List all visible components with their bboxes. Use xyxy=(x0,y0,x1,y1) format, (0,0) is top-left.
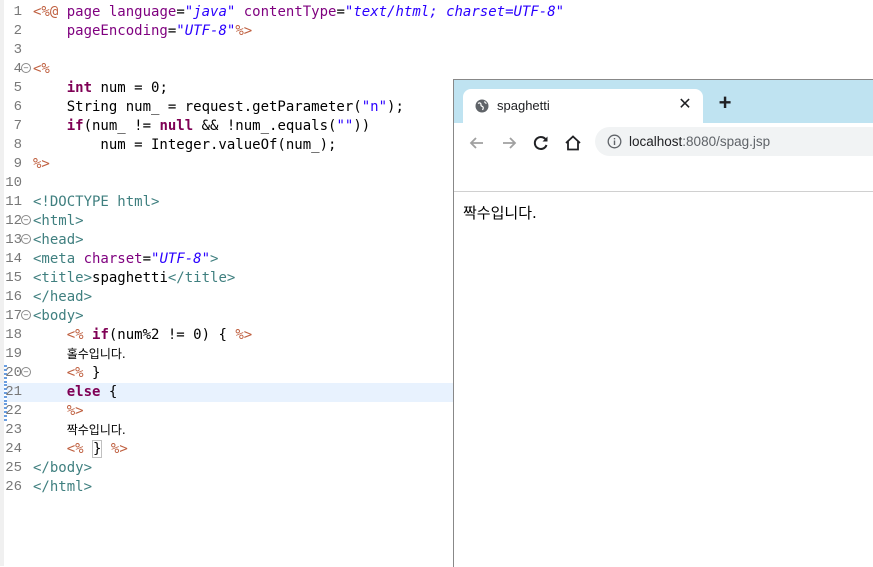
browser-window[interactable]: spaghetti ✕ + localhost:8080/spag.jsp 짝수… xyxy=(453,79,873,567)
line-number: 4 xyxy=(13,61,22,77)
line-number: 9 xyxy=(13,156,22,172)
line-number: 17 xyxy=(5,308,22,324)
code-text[interactable]: <%@ page language="java" contentType="te… xyxy=(33,3,564,22)
url-text[interactable]: localhost:8080/spag.jsp xyxy=(629,134,770,149)
line-number: 23 xyxy=(5,422,22,438)
line-number: 10 xyxy=(5,175,22,191)
code-text[interactable]: 홀수입니다. xyxy=(33,345,126,364)
line-number: 25 xyxy=(5,460,22,476)
code-text[interactable]: <% xyxy=(33,60,50,79)
home-icon[interactable] xyxy=(563,133,583,153)
code-text[interactable]: <title>spaghetti</title> xyxy=(33,269,235,288)
line-number: 22 xyxy=(5,403,22,419)
code-text[interactable]: pageEncoding="UTF-8"%> xyxy=(33,22,252,41)
code-text[interactable]: <head> xyxy=(33,231,84,250)
forward-icon[interactable] xyxy=(499,133,519,153)
line-number: 12 xyxy=(5,213,22,229)
code-text[interactable]: String num_ = request.getParameter("n"); xyxy=(33,98,404,117)
code-text[interactable]: <% } %> xyxy=(33,440,128,459)
code-text[interactable]: <meta charset="UTF-8"> xyxy=(33,250,218,269)
line-number: 18 xyxy=(5,327,22,343)
code-text[interactable]: if(num_ != null && !num_.equals("")) xyxy=(33,117,370,136)
line-number: 19 xyxy=(5,346,22,362)
code-text[interactable]: <body> xyxy=(33,307,84,326)
code-text[interactable]: num = Integer.valueOf(num_); xyxy=(33,136,336,155)
line-number: 8 xyxy=(13,137,22,153)
line-number: 6 xyxy=(13,99,22,115)
code-text[interactable]: 짝수입니다. xyxy=(33,421,126,440)
globe-icon xyxy=(475,99,489,113)
back-icon[interactable] xyxy=(467,133,487,153)
line-number: 3 xyxy=(13,42,22,58)
code-text[interactable]: int num = 0; xyxy=(33,79,168,98)
fold-collapse-icon[interactable]: − xyxy=(21,234,31,244)
code-text[interactable]: </head> xyxy=(33,288,92,307)
line-number: 14 xyxy=(5,251,22,267)
browser-tab[interactable]: spaghetti ✕ xyxy=(463,89,703,123)
code-text[interactable]: <% } xyxy=(33,364,101,383)
tab-strip: spaghetti ✕ + xyxy=(454,80,873,123)
code-text[interactable]: else { xyxy=(33,383,118,402)
line-number: 20 xyxy=(5,365,22,381)
line-number: 24 xyxy=(5,441,22,457)
line-number: 16 xyxy=(5,289,22,305)
matching-bracket: } xyxy=(92,440,103,458)
line-number: 21 xyxy=(5,384,22,400)
code-text[interactable]: %> xyxy=(33,155,50,174)
code-text[interactable]: <% if(num%2 != 0) { %> xyxy=(33,326,252,345)
line-number: 5 xyxy=(13,80,22,96)
page-text: 짝수입니다. xyxy=(463,204,537,222)
code-text[interactable]: </body> xyxy=(33,459,92,478)
fold-collapse-icon[interactable]: − xyxy=(21,310,31,320)
line-number: 11 xyxy=(5,194,22,210)
code-line[interactable]: 3 xyxy=(0,41,873,60)
close-icon[interactable]: ✕ xyxy=(677,95,693,115)
reload-icon[interactable] xyxy=(531,133,551,153)
line-number: 7 xyxy=(13,118,22,134)
info-icon[interactable] xyxy=(607,134,622,149)
code-text[interactable]: %> xyxy=(33,402,84,421)
line-number: 26 xyxy=(5,479,22,495)
code-text[interactable]: </html> xyxy=(33,478,92,497)
line-number: 1 xyxy=(13,4,22,20)
code-line[interactable]: 1 <%@ page language="java" contentType="… xyxy=(0,3,873,22)
tab-title: spaghetti xyxy=(497,98,550,113)
browser-toolbar: localhost:8080/spag.jsp xyxy=(454,123,873,164)
bookmarks-bar xyxy=(454,164,873,192)
line-number: 13 xyxy=(5,232,22,248)
fold-collapse-icon[interactable]: − xyxy=(21,63,31,73)
code-text[interactable]: <!DOCTYPE html> xyxy=(33,193,159,212)
fold-collapse-icon[interactable]: − xyxy=(21,367,31,377)
code-line[interactable]: 2 pageEncoding="UTF-8"%> xyxy=(0,22,873,41)
address-bar[interactable]: localhost:8080/spag.jsp xyxy=(595,127,873,156)
line-number: 2 xyxy=(13,23,22,39)
code-text[interactable]: <html> xyxy=(33,212,84,231)
fold-collapse-icon[interactable]: − xyxy=(21,215,31,225)
code-line[interactable]: 4 − <% xyxy=(0,60,873,79)
plus-icon[interactable]: + xyxy=(716,92,734,114)
line-number: 15 xyxy=(5,270,22,286)
